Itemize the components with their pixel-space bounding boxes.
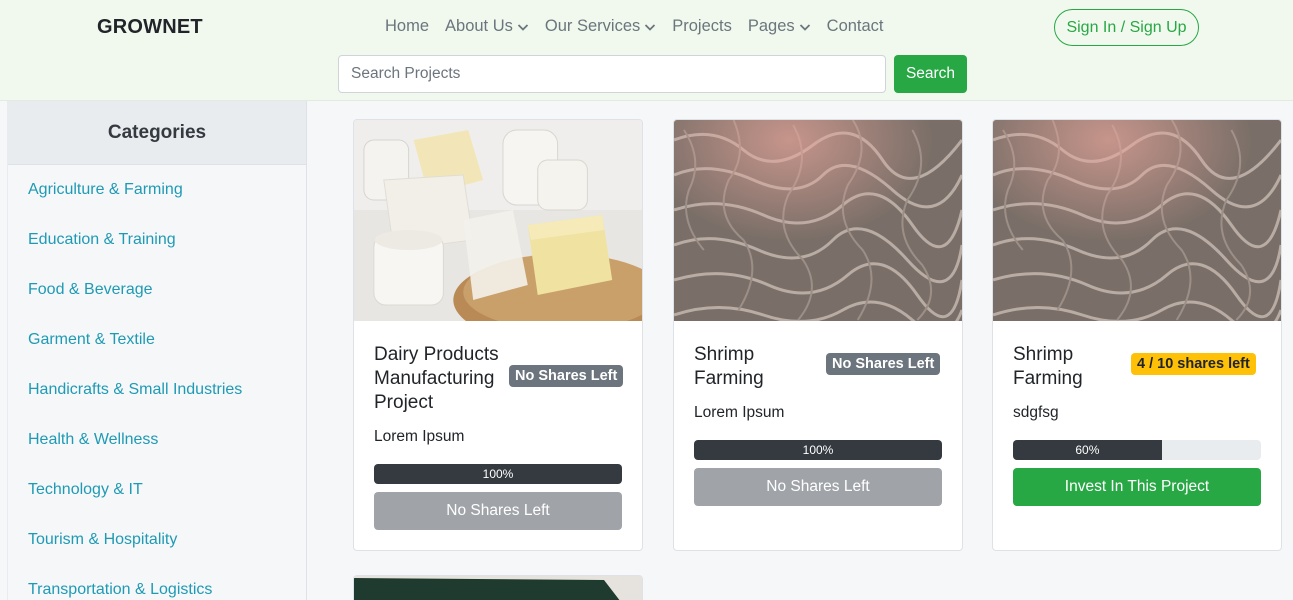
categories-title: Categories: [8, 101, 306, 165]
project-image[interactable]: [354, 576, 643, 600]
nav-home[interactable]: Home: [385, 17, 429, 36]
invest-button[interactable]: Invest In This Project: [1013, 468, 1261, 506]
chevron-down-icon: [644, 21, 656, 33]
nav-about-us[interactable]: About Us: [445, 17, 529, 36]
shares-left-badge: 4 / 10 shares left: [1131, 353, 1256, 375]
project-title[interactable]: Shrimp Farming: [694, 343, 804, 391]
project-card: Shrimp Farming 4 / 10 shares left sdgfsg…: [992, 119, 1282, 551]
progress-bar: 60%: [1013, 440, 1261, 460]
dairy-image[interactable]: [354, 120, 642, 321]
search-input[interactable]: [338, 55, 886, 93]
status-badge: No Shares Left: [826, 353, 941, 375]
category-agriculture[interactable]: Agriculture & Farming: [8, 165, 306, 215]
nav-projects-label: Projects: [672, 17, 732, 35]
progress-fill: 100%: [694, 440, 942, 460]
project-card: Dairy Products Manufacturing Project No …: [353, 119, 643, 551]
category-health[interactable]: Health & Wellness: [8, 415, 306, 465]
project-card: Shrimp Farming No Shares Left Lorem Ipsu…: [673, 119, 963, 551]
category-education[interactable]: Education & Training: [8, 215, 306, 265]
progress-bar: 100%: [374, 464, 622, 484]
project-description: sdgfsg: [1013, 404, 1059, 421]
shrimp-image[interactable]: [993, 120, 1281, 321]
category-list: Agriculture & Farming Education & Traini…: [8, 165, 306, 600]
project-card: [353, 575, 643, 600]
nav-our-services-label: Our Services: [544, 17, 641, 35]
project-description: Lorem Ipsum: [374, 428, 465, 445]
nav-contact[interactable]: Contact: [827, 17, 884, 36]
project-title[interactable]: Dairy Products Manufacturing Project: [374, 343, 514, 415]
top-navbar: GROWNET Home About Us Our Services Proje…: [0, 0, 1293, 101]
project-title[interactable]: Shrimp Farming: [1013, 343, 1123, 391]
search-button[interactable]: Search: [894, 55, 967, 93]
category-garment[interactable]: Garment & Textile: [8, 315, 306, 365]
nav-pages[interactable]: Pages: [748, 17, 811, 36]
category-food[interactable]: Food & Beverage: [8, 265, 306, 315]
nav-projects[interactable]: Projects: [672, 17, 732, 36]
main-nav: Home About Us Our Services Projects Page…: [385, 17, 884, 36]
nav-home-label: Home: [385, 17, 430, 35]
nav-about-us-label: About Us: [445, 17, 513, 35]
no-shares-button[interactable]: No Shares Left: [694, 468, 942, 506]
nav-our-services[interactable]: Our Services: [545, 17, 656, 36]
categories-sidebar: Categories Agriculture & Farming Educati…: [7, 101, 307, 600]
category-technology[interactable]: Technology & IT: [8, 465, 306, 515]
category-transportation[interactable]: Transportation & Logistics: [8, 565, 306, 600]
sign-in-button[interactable]: Sign In / Sign Up: [1054, 9, 1199, 46]
category-handicrafts[interactable]: Handicrafts & Small Industries: [8, 365, 306, 415]
progress-bar: 100%: [694, 440, 942, 460]
no-shares-button[interactable]: No Shares Left: [374, 492, 622, 530]
category-tourism[interactable]: Tourism & Hospitality: [8, 515, 306, 565]
progress-fill: 100%: [374, 464, 622, 484]
status-badge: No Shares Left: [509, 365, 624, 387]
nav-contact-label: Contact: [826, 17, 884, 35]
progress-fill: 60%: [1013, 440, 1162, 460]
chevron-down-icon: [799, 21, 811, 33]
chevron-down-icon: [517, 21, 529, 33]
project-description: Lorem Ipsum: [694, 404, 785, 421]
nav-pages-label: Pages: [747, 17, 795, 35]
shrimp-image[interactable]: [674, 120, 962, 321]
brand-logo[interactable]: GROWNET: [97, 16, 203, 39]
